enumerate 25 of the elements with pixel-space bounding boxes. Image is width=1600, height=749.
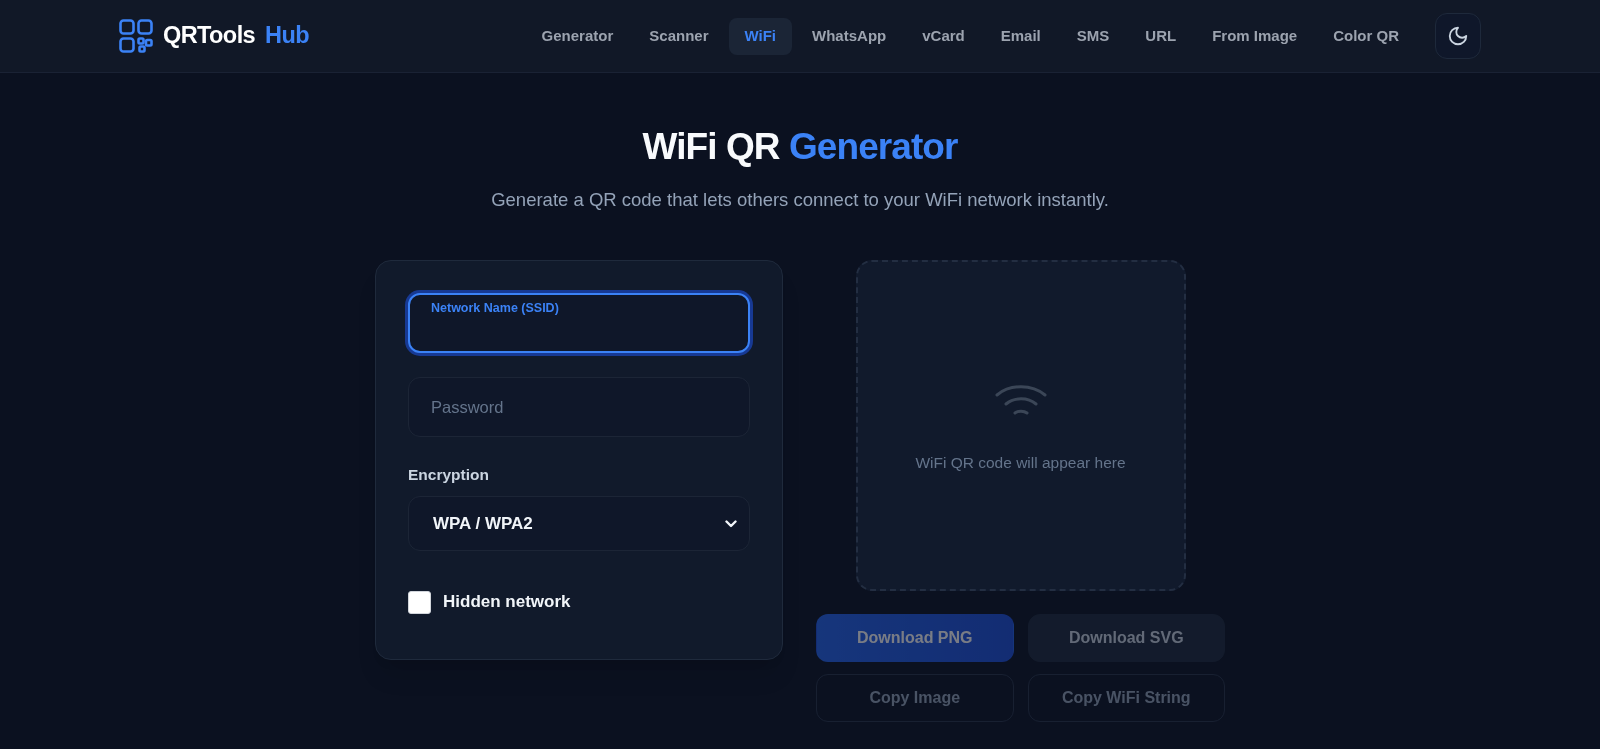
nav-tab[interactable]: WiFi: [728, 17, 793, 55]
hidden-network-checkbox[interactable]: [408, 590, 431, 614]
wifi-icon: [994, 384, 1047, 415]
nav-tab[interactable]: Color QR: [1317, 17, 1415, 55]
page-title: WiFi QR Generator: [642, 125, 958, 169]
site-logo[interactable]: QRTools Hub: [163, 18, 309, 54]
nav-tab[interactable]: vCard: [906, 17, 981, 55]
encryption-label: Encryption: [408, 465, 490, 485]
nav-tab[interactable]: Email: [984, 17, 1057, 55]
nav-tab[interactable]: URL: [1129, 17, 1193, 55]
preview-placeholder-text: WiFi QR code will appear here: [915, 452, 1126, 473]
moon-icon: [1447, 25, 1469, 47]
theme-toggle-button[interactable]: [1435, 13, 1481, 59]
ssid-field[interactable]: Network Name (SSID): [408, 293, 750, 353]
chevron-down-icon: [725, 519, 737, 528]
nav-tab[interactable]: Scanner: [633, 17, 725, 55]
nav-tab[interactable]: From Image: [1196, 17, 1314, 55]
nav-tab[interactable]: WhatsApp: [796, 17, 903, 55]
hidden-network-label: Hidden network: [443, 591, 571, 614]
nav-tab[interactable]: Generator: [525, 17, 630, 55]
nav-tab[interactable]: SMS: [1060, 17, 1126, 55]
encryption-select[interactable]: WPA / WPA2: [408, 496, 750, 552]
password-field[interactable]: Password: [408, 377, 750, 437]
qr-code-logo-icon: [119, 19, 153, 53]
page-subtitle: Generate a QR code that lets others connect to your WiFi network instantly.: [491, 188, 1109, 212]
